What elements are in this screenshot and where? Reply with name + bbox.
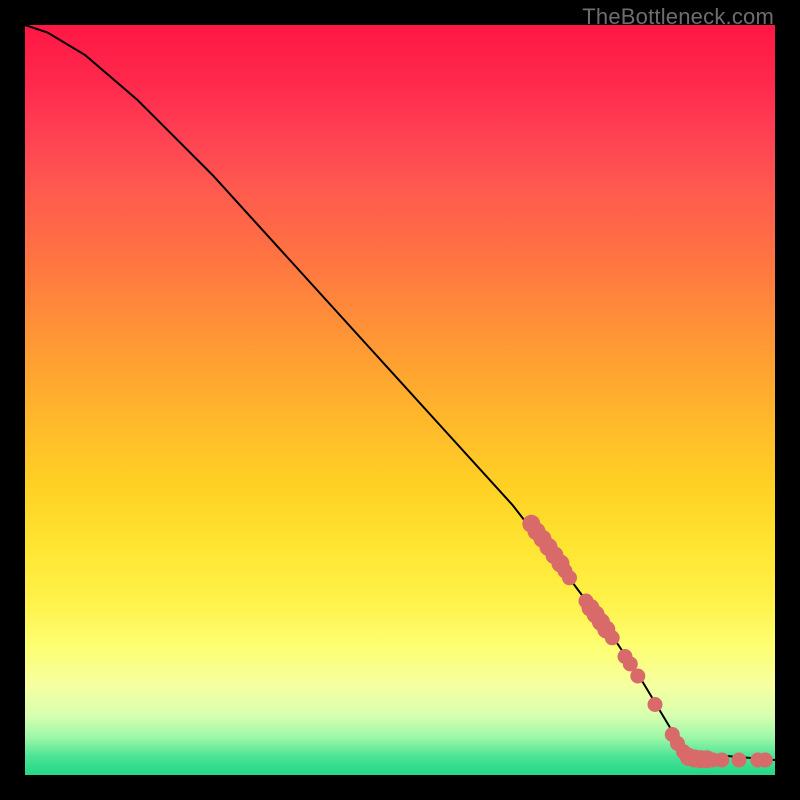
data-markers (522, 515, 773, 769)
data-point (758, 753, 773, 768)
data-point (732, 753, 747, 768)
plot-area (25, 25, 775, 775)
watermark-text: TheBottleneck.com (582, 4, 774, 30)
chart-frame: TheBottleneck.com (0, 0, 800, 800)
data-point (714, 753, 729, 768)
curve-layer (25, 25, 775, 775)
bottleneck-curve (25, 25, 775, 760)
data-point (630, 669, 645, 684)
data-point (648, 697, 663, 712)
data-point (562, 570, 577, 585)
data-point (605, 630, 620, 645)
